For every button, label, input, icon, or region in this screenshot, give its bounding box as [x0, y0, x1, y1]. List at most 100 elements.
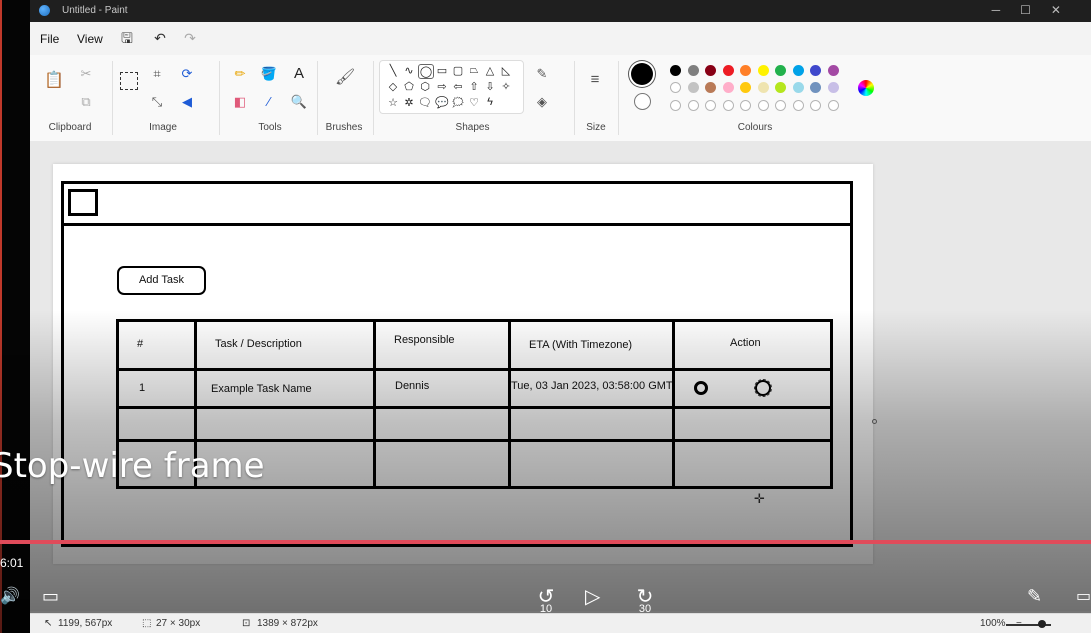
line-shape-icon[interactable]: ╲ — [386, 64, 400, 77]
flip-icon[interactable]: ◀ — [178, 93, 196, 111]
color-swatch[interactable] — [827, 82, 839, 93]
primary-color-swatch[interactable] — [631, 63, 653, 85]
color-swatch[interactable] — [670, 100, 681, 111]
color-swatch[interactable] — [757, 100, 769, 111]
fill-icon[interactable]: 🪣 — [260, 65, 278, 83]
forward-button[interactable]: ↻ 30 — [632, 584, 658, 615]
view-menu[interactable]: View — [77, 32, 103, 46]
color-swatch[interactable] — [705, 65, 716, 76]
shapes-gallery[interactable]: ╲ ∿ ◯ ▭ ▢ ⏢ △ ◺ ◇ ⬠ ⬡ ⇨ ⇦ ⇧ ⇩ ✧ ☆ ✲ 🗨 💬 — [379, 60, 524, 114]
resize-icon[interactable]: ⤡ — [148, 93, 166, 111]
color-swatch[interactable] — [687, 100, 699, 111]
star-shape-icon[interactable]: ☆ — [386, 96, 400, 109]
color-swatch[interactable] — [670, 65, 681, 76]
cut-icon[interactable]: ✂ — [77, 65, 95, 83]
polygon-shape-icon[interactable]: ⏢ — [467, 64, 481, 77]
window-controls[interactable]: ─☐✕ — [992, 3, 1081, 17]
rounded-rect-shape-icon[interactable]: ▢ — [451, 64, 465, 77]
rotate-icon[interactable]: ⟳ — [178, 65, 196, 83]
color-swatch[interactable] — [810, 65, 821, 76]
color-swatch[interactable] — [740, 65, 751, 76]
callout-oval-icon[interactable]: 💬 — [435, 96, 449, 109]
right-triangle-shape-icon[interactable]: ◺ — [499, 64, 513, 77]
fill-shape-icon[interactable]: ◈ — [533, 93, 551, 111]
color-swatch[interactable] — [775, 82, 786, 93]
selection-icon: ⬚ — [142, 618, 152, 629]
heart-shape-icon[interactable]: ♡ — [467, 96, 481, 109]
color-swatch[interactable] — [722, 100, 734, 111]
play-icon[interactable]: ▷ — [585, 584, 600, 609]
color-swatch[interactable] — [722, 82, 734, 93]
diamond-shape-icon[interactable]: ◇ — [386, 80, 400, 93]
color-swatch[interactable] — [740, 82, 751, 93]
magnifier-icon[interactable]: 🔍 — [290, 93, 308, 111]
color-picker-icon[interactable]: ⁄ — [260, 93, 278, 111]
color-swatch[interactable] — [740, 100, 751, 111]
color-swatch[interactable] — [757, 65, 769, 76]
canvas-resize-handle[interactable] — [872, 419, 877, 424]
color-swatch[interactable] — [810, 82, 821, 93]
color-swatch[interactable] — [705, 100, 716, 111]
callout-cloud-icon[interactable]: 🗯 — [451, 96, 465, 109]
callout-rect-icon[interactable]: 🗨 — [418, 96, 432, 109]
video-progress-bar[interactable] — [0, 540, 1091, 544]
overlay-icon[interactable]: ▭ — [1076, 586, 1091, 606]
oval-shape-icon[interactable]: ◯ — [418, 64, 434, 79]
right-arrow-shape-icon[interactable]: ⇨ — [435, 80, 449, 93]
hexagon-shape-icon[interactable]: ⬡ — [418, 80, 432, 93]
undo-icon[interactable]: ↶ — [151, 29, 169, 47]
pentagon-shape-icon[interactable]: ⬠ — [402, 80, 416, 93]
color-swatch[interactable] — [827, 65, 839, 76]
volume-icon[interactable]: 🔊 — [0, 586, 20, 606]
eraser-icon[interactable]: ◧ — [231, 93, 249, 111]
brushes-label: Brushes — [325, 122, 363, 133]
captions-icon[interactable]: ▭ — [42, 586, 59, 607]
color-swatch[interactable] — [775, 65, 786, 76]
six-point-star-icon[interactable]: ✲ — [402, 96, 416, 109]
up-arrow-shape-icon[interactable]: ⇧ — [467, 80, 481, 93]
copy-icon[interactable]: ⧉ — [77, 93, 95, 111]
pencil-icon[interactable]: ✏ — [231, 65, 249, 83]
lightning-shape-icon[interactable]: ϟ — [483, 96, 497, 108]
color-swatch[interactable] — [792, 82, 804, 93]
crop-icon[interactable]: ⌗ — [148, 65, 166, 83]
color-swatch[interactable] — [792, 65, 804, 76]
file-menu[interactable]: File — [40, 32, 59, 46]
save-icon[interactable]: 🖫 — [118, 29, 136, 47]
select-icon[interactable] — [120, 72, 138, 90]
four-point-star-icon[interactable]: ✧ — [499, 80, 513, 93]
text-icon[interactable]: A — [290, 65, 308, 83]
left-arrow-shape-icon[interactable]: ⇦ — [451, 80, 465, 93]
drawing-canvas[interactable]: Add Task # Task / Description Responsibl… — [53, 164, 873, 564]
color-swatch[interactable] — [810, 100, 821, 111]
color-swatch[interactable] — [705, 82, 716, 93]
triangle-shape-icon[interactable]: △ — [483, 64, 497, 77]
zoom-slider-thumb[interactable] — [1038, 620, 1046, 628]
rectangle-shape-icon[interactable]: ▭ — [435, 64, 449, 77]
color-swatch[interactable] — [775, 100, 786, 111]
title-bar: Untitled - Paint ─☐✕ — [30, 0, 1091, 22]
outline-icon[interactable]: ✎ — [533, 65, 551, 83]
header-responsible: Responsible — [394, 334, 455, 346]
brush-icon[interactable]: 🖌 — [335, 69, 355, 87]
color-swatch[interactable] — [687, 65, 699, 76]
color-swatch[interactable] — [687, 82, 699, 93]
edit-colors-icon[interactable] — [858, 80, 874, 96]
secondary-color-swatch[interactable] — [634, 93, 651, 110]
color-swatch[interactable] — [757, 82, 769, 93]
color-swatch[interactable] — [670, 82, 681, 93]
table-divider — [672, 319, 675, 489]
redo-icon[interactable]: ↷ — [181, 29, 199, 47]
pen-icon[interactable]: ✎ — [1027, 586, 1042, 607]
zoom-level: 100% — [980, 618, 1006, 629]
size-icon[interactable]: ≡ — [586, 71, 604, 89]
down-arrow-shape-icon[interactable]: ⇩ — [483, 80, 497, 93]
curve-shape-icon[interactable]: ∿ — [402, 64, 416, 77]
color-swatch[interactable] — [827, 100, 839, 111]
divider — [317, 61, 318, 135]
color-swatch[interactable] — [792, 100, 804, 111]
rewind-button[interactable]: ↺ 10 — [533, 584, 559, 615]
color-swatch[interactable] — [722, 65, 734, 76]
paste-icon[interactable]: 📋 — [44, 72, 64, 90]
row1-number: 1 — [139, 382, 146, 394]
